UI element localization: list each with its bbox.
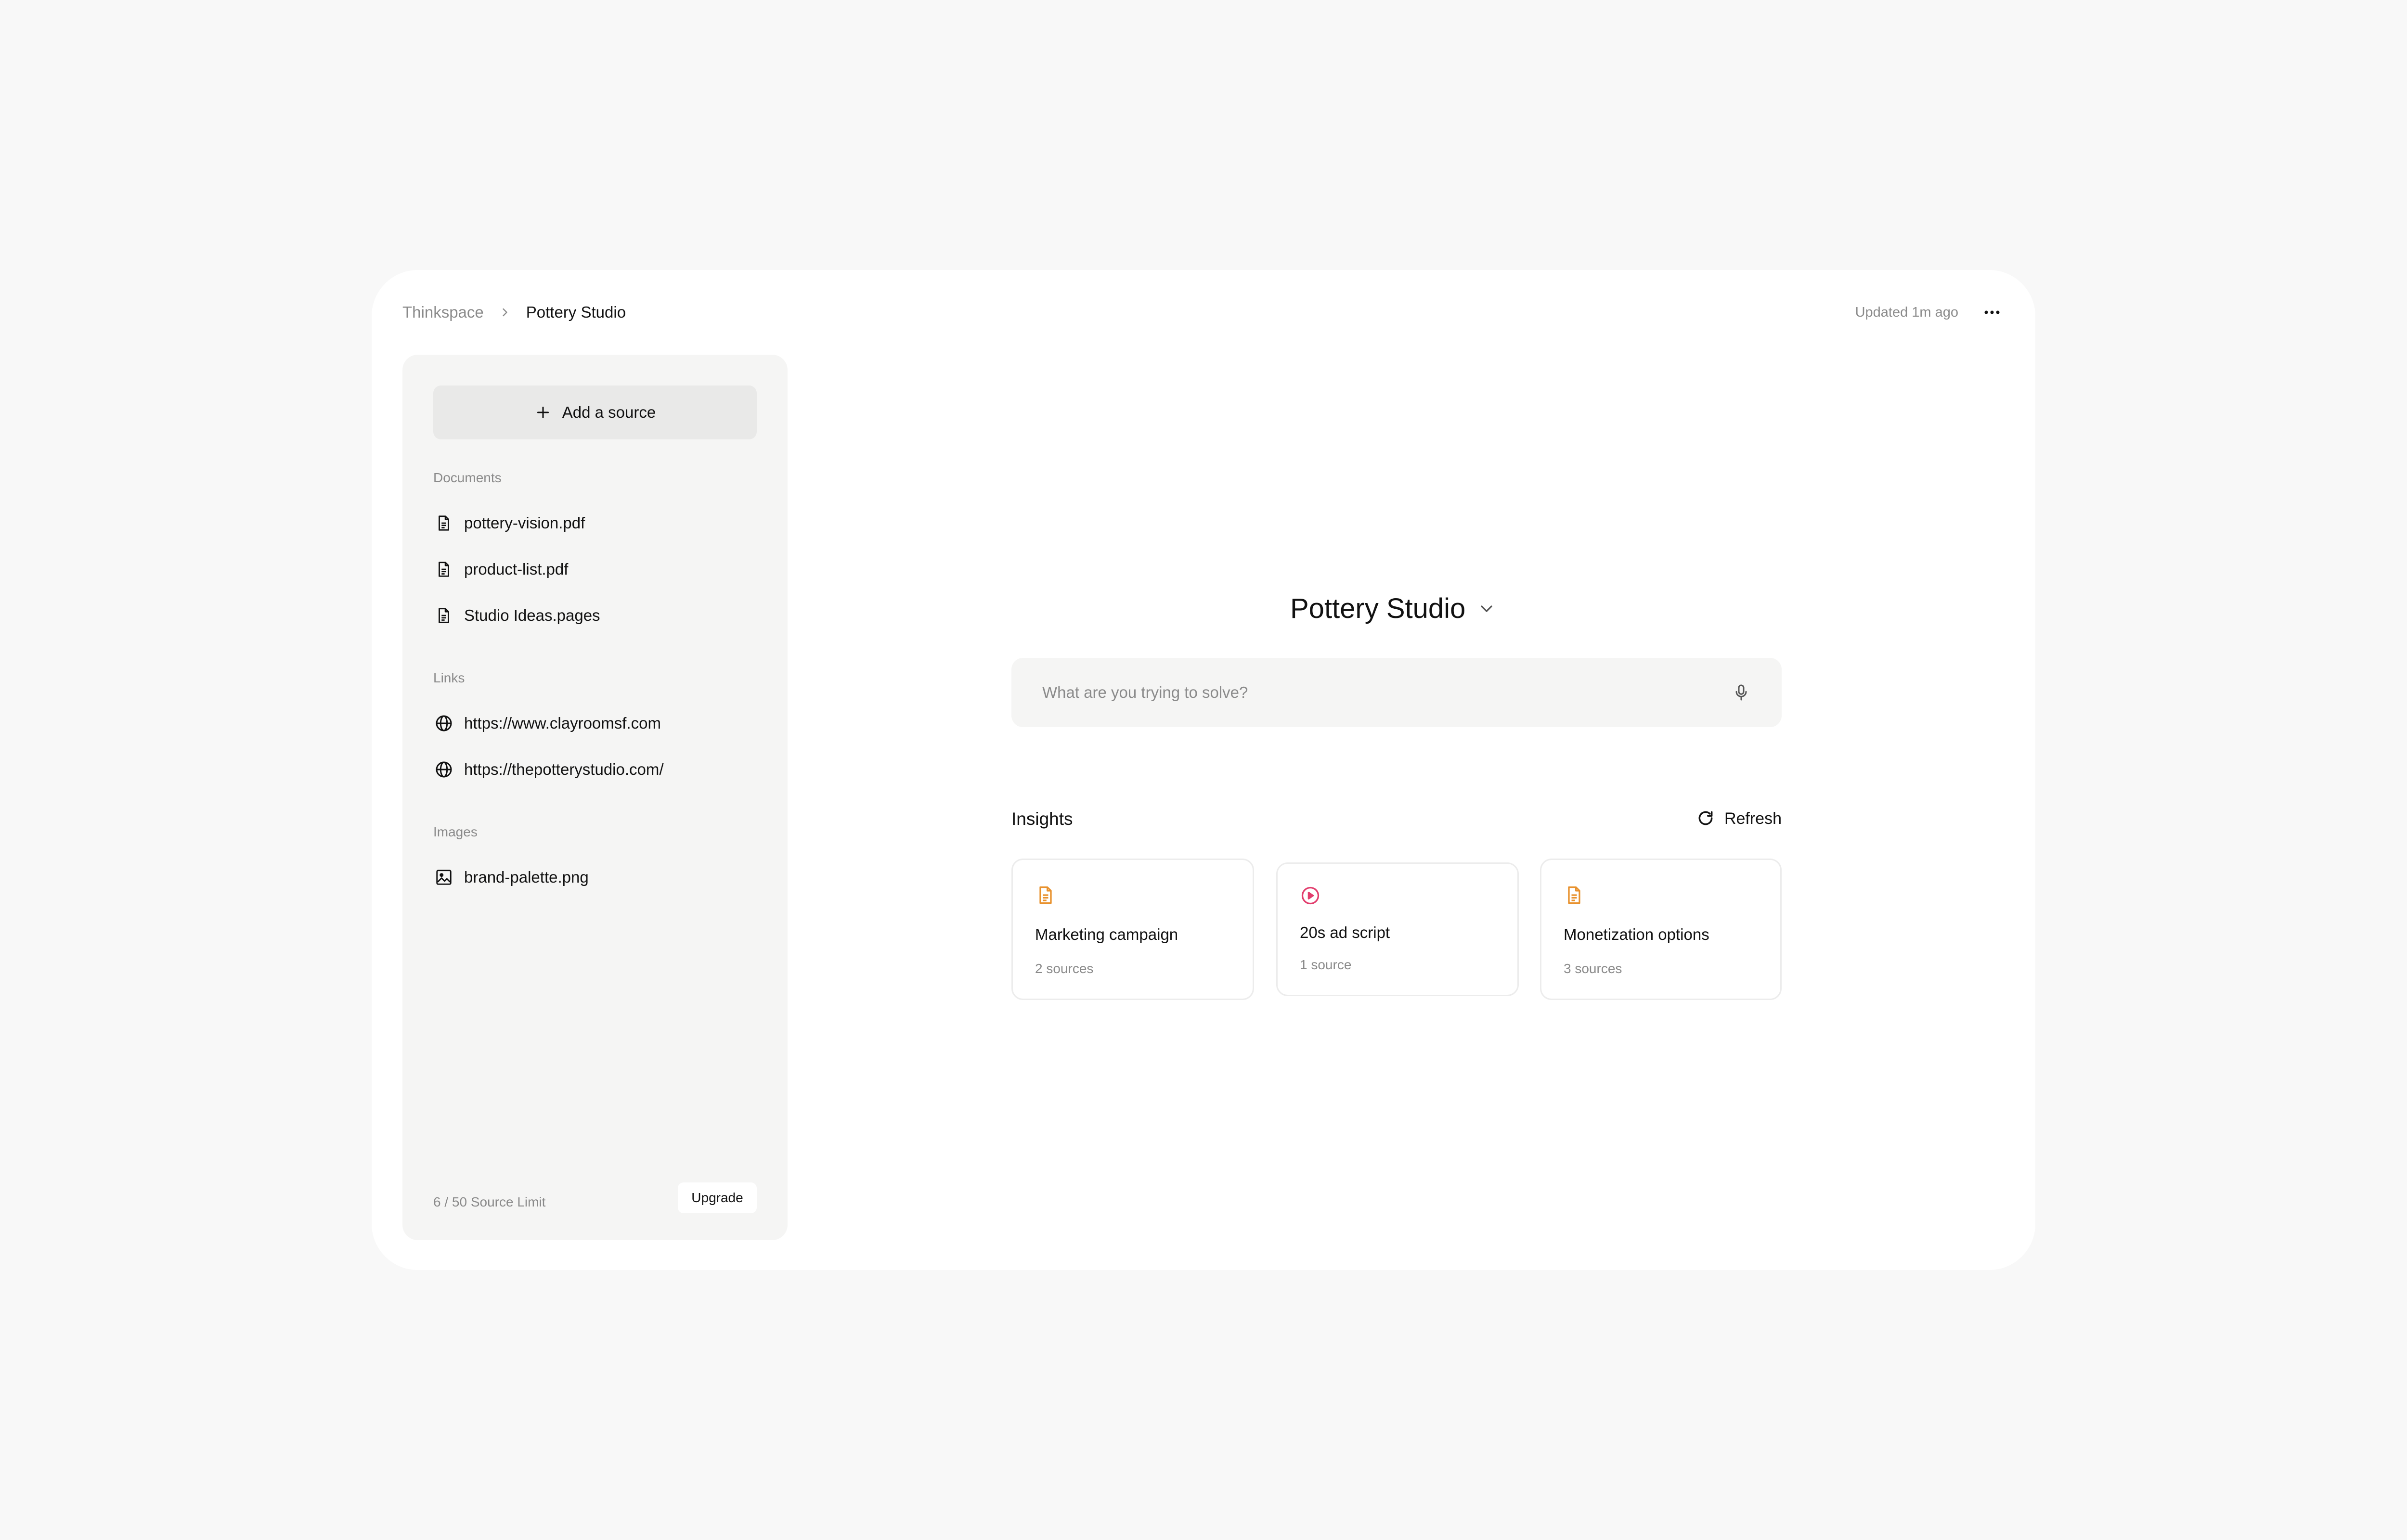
image-icon [433,867,454,888]
insight-card-title: Monetization options [1564,925,1709,943]
refresh-icon [1696,809,1716,828]
source-item-document[interactable]: product-list.pdf [433,556,568,583]
insight-card[interactable]: Marketing campaign 2 sources [1011,859,1254,1000]
sources-sidebar: Add a source Documents pottery-vision.pd… [402,355,788,1240]
insight-card-title: 20s ad script [1300,924,1390,941]
search-bar [1011,658,1782,727]
updated-timestamp: Updated 1m ago [1855,305,1958,320]
links-section-label: Links [433,670,465,685]
source-item-label: https://www.clayroomsf.com [464,714,661,732]
insight-card-sources: 2 sources [1035,961,1094,976]
source-item-label: pottery-vision.pdf [464,514,585,532]
ellipsis-icon [1983,309,2001,315]
add-source-button[interactable]: Add a source [433,385,757,439]
search-input[interactable] [1042,658,1716,727]
globe-icon [433,713,454,734]
document-icon [1564,883,1587,908]
breadcrumb-current: Pottery Studio [526,303,626,321]
insights-title: Insights [1011,809,1073,829]
breadcrumb-root[interactable]: Thinkspace [402,303,484,321]
source-item-label: product-list.pdf [464,560,569,578]
play-circle-icon [1300,885,1323,910]
document-icon [433,559,454,580]
document-icon [433,605,454,626]
insight-card-title: Marketing campaign [1035,925,1178,943]
source-item-link[interactable]: https://www.clayroomsf.com [433,710,661,737]
source-item-link[interactable]: https://thepotterystudio.com/ [433,756,664,783]
documents-section-label: Documents [433,470,502,485]
images-section-label: Images [433,824,478,839]
breadcrumb: Thinkspace Pottery Studio [402,300,626,325]
source-item-document[interactable]: Studio Ideas.pages [433,602,600,629]
project-title: Pottery Studio [1290,593,1466,624]
plus-icon [534,404,552,421]
insight-card-sources: 3 sources [1564,961,1622,976]
source-item-label: Studio Ideas.pages [464,606,600,624]
source-item-label: brand-palette.png [464,868,589,886]
more-options-button[interactable] [1980,300,2005,325]
source-item-label: https://thepotterystudio.com/ [464,760,664,778]
chevron-down-icon [1477,599,1496,618]
app-window: Thinkspace Pottery Studio Updated 1m ago… [372,270,2035,1270]
globe-icon [433,759,454,780]
microphone-icon[interactable] [1732,682,1753,703]
upgrade-button[interactable]: Upgrade [678,1182,757,1213]
source-item-image[interactable]: brand-palette.png [433,864,589,891]
chevron-right-icon [495,303,515,322]
insight-card[interactable]: 20s ad script 1 source [1276,862,1519,996]
source-limit-text: 6 / 50 Source Limit [433,1194,546,1209]
refresh-button[interactable]: Refresh [1696,805,1782,832]
document-icon [1035,883,1058,908]
insight-card[interactable]: Monetization options 3 sources [1540,859,1782,1000]
refresh-label: Refresh [1724,809,1782,828]
insight-card-sources: 1 source [1300,957,1352,972]
source-item-document[interactable]: pottery-vision.pdf [433,510,585,537]
project-selector[interactable]: Pottery Studio [1290,592,1496,625]
add-source-label: Add a source [562,403,656,421]
document-icon [433,513,454,534]
